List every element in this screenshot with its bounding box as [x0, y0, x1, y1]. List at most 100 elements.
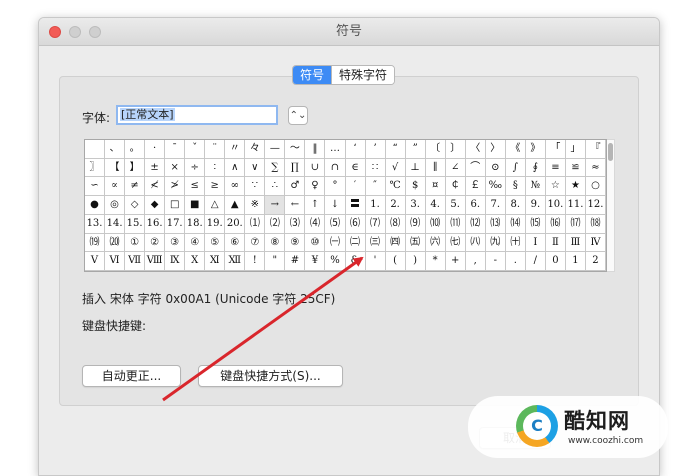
symbol-cell[interactable]: 16.	[145, 214, 166, 234]
symbol-cell[interactable]: ⌒	[465, 158, 486, 178]
symbol-cell[interactable]: ‖	[305, 140, 326, 159]
symbol-cell[interactable]: ￡	[465, 177, 486, 197]
autocorrect-button[interactable]: 自动更正...	[82, 365, 181, 387]
symbol-cell[interactable]: !	[245, 252, 266, 271]
symbol-cell[interactable]: ⑴	[245, 214, 266, 234]
symbol-cell[interactable]: —	[265, 140, 286, 159]
title-bar[interactable]: 符号	[39, 18, 659, 46]
symbol-cell[interactable]: ♂	[285, 177, 306, 197]
symbol-cell[interactable]: (	[385, 252, 406, 271]
symbol-cell[interactable]: Ⅳ	[585, 233, 606, 253]
symbol-cell[interactable]: 13.	[85, 214, 106, 234]
symbol-cell[interactable]: ⑶	[285, 214, 306, 234]
symbol-cell[interactable]: ’	[365, 140, 386, 159]
symbol-cell[interactable]: ↓	[325, 196, 346, 215]
symbol-cell[interactable]: ▲	[225, 196, 246, 215]
symbol-cell[interactable]: 0	[545, 252, 566, 271]
symbol-cell[interactable]: Ⅴ	[85, 252, 106, 271]
symbol-cell[interactable]: ∧	[225, 158, 246, 178]
tab-special-characters[interactable]: 特殊字符	[331, 66, 395, 84]
symbol-cell[interactable]: ∏	[285, 158, 306, 178]
symbol-cell[interactable]: ⑿	[465, 214, 486, 234]
symbol-cell[interactable]: ※	[245, 196, 266, 215]
grid-scrollbar[interactable]	[607, 139, 615, 272]
symbol-cell[interactable]: ≈	[585, 158, 606, 178]
symbol-cell[interactable]: ≤	[185, 177, 206, 197]
symbol-cell[interactable]: ×	[165, 158, 186, 178]
symbol-cell[interactable]: ㈧	[465, 233, 486, 253]
symbol-cell[interactable]: ○	[585, 177, 606, 197]
symbol-cell[interactable]: ￠	[445, 177, 466, 197]
symbol-cell[interactable]	[85, 140, 106, 159]
symbol-cell[interactable]: ⑧	[265, 233, 286, 253]
symbol-cell[interactable]: ∮	[525, 158, 546, 178]
symbol-cell[interactable]: ④	[185, 233, 206, 253]
symbol-cell[interactable]: -	[485, 252, 506, 271]
symbol-cell[interactable]: ”	[405, 140, 426, 159]
symbol-cell[interactable]: Ⅱ	[545, 233, 566, 253]
symbol-cell[interactable]: ∈	[345, 158, 366, 178]
symbol-cell[interactable]: ⒆	[85, 233, 106, 253]
tab-symbols[interactable]: 符号	[293, 66, 332, 84]
symbol-cell[interactable]: ⒅	[585, 214, 606, 234]
symbol-cell[interactable]: ∠	[445, 158, 466, 178]
symbol-cell[interactable]: 》	[525, 140, 546, 159]
symbol-cell[interactable]: 〓	[345, 196, 366, 215]
symbol-cell[interactable]: △	[205, 196, 226, 215]
symbol-cell[interactable]: ⑺	[365, 214, 386, 234]
symbol-cell[interactable]: 。	[125, 140, 146, 159]
symbol-cell[interactable]: $	[405, 177, 426, 197]
symbol-cell[interactable]: 10.	[545, 196, 566, 215]
symbol-cell[interactable]: &	[345, 252, 366, 271]
symbol-cell[interactable]: ,	[465, 252, 486, 271]
symbol-cell[interactable]: ˇ	[185, 140, 206, 159]
symbol-cell[interactable]: ∩	[325, 158, 346, 178]
symbol-cell[interactable]: ⑩	[305, 233, 326, 253]
symbol-cell[interactable]: 〔	[425, 140, 446, 159]
symbol-cell[interactable]: ≥	[205, 177, 226, 197]
symbol-cell[interactable]: ∴	[265, 177, 286, 197]
symbol-cell[interactable]: 1	[565, 252, 586, 271]
symbol-cell[interactable]: )	[405, 252, 426, 271]
symbol-cell[interactable]: 4.	[425, 196, 446, 215]
symbol-cell[interactable]: 3.	[405, 196, 426, 215]
symbol-cell[interactable]: 〃	[225, 140, 246, 159]
symbol-cell[interactable]: ～	[285, 140, 306, 159]
symbol-cell[interactable]: ⑻	[385, 214, 406, 234]
symbol-cell[interactable]: ●	[85, 196, 106, 215]
symbol-cell[interactable]: ㈡	[345, 233, 366, 253]
symbol-cell[interactable]: ㈤	[405, 233, 426, 253]
symbol-cell[interactable]: ◆	[145, 196, 166, 215]
symbol-cell[interactable]: ♀	[305, 177, 326, 197]
symbol-cell[interactable]: ⑼	[405, 214, 426, 234]
symbol-cell[interactable]: ≌	[565, 158, 586, 178]
symbol-cell[interactable]: ∨	[245, 158, 266, 178]
symbol-cell[interactable]: 〈	[465, 140, 486, 159]
symbol-cell[interactable]: ◎	[105, 196, 126, 215]
symbol-cell[interactable]: ∝	[105, 177, 126, 197]
symbol-cell[interactable]: ⑵	[265, 214, 286, 234]
symbol-cell[interactable]: 2.	[385, 196, 406, 215]
symbol-cell[interactable]: ㈥	[425, 233, 446, 253]
symbol-cell[interactable]: 〕	[445, 140, 466, 159]
symbol-cell[interactable]: ⒃	[545, 214, 566, 234]
symbol-cell[interactable]: 20.	[225, 214, 246, 234]
symbol-cell[interactable]: 〗	[85, 158, 106, 178]
symbol-cell[interactable]: 5.	[445, 196, 466, 215]
symbol-cell[interactable]: ⑤	[205, 233, 226, 253]
symbol-cell[interactable]: √	[385, 158, 406, 178]
symbol-cell[interactable]: ≯	[165, 177, 186, 197]
symbol-cell[interactable]: ☆	[545, 177, 566, 197]
symbol-cell[interactable]: ¨	[205, 140, 226, 159]
grid-scroll-thumb[interactable]	[608, 143, 613, 161]
symbol-cell[interactable]: Ⅷ	[145, 252, 166, 271]
symbol-cell[interactable]: ±	[145, 158, 166, 178]
symbol-cell[interactable]: 8.	[505, 196, 526, 215]
symbol-cell[interactable]: ㈦	[445, 233, 466, 253]
symbol-cell[interactable]: ■	[185, 196, 206, 215]
symbol-cell[interactable]: 17.	[165, 214, 186, 234]
symbol-cell[interactable]: ·	[145, 140, 166, 159]
symbol-cell[interactable]: ㈩	[505, 233, 526, 253]
symbol-cell[interactable]: ∫	[505, 158, 526, 178]
symbol-cell[interactable]: ‰	[485, 177, 506, 197]
